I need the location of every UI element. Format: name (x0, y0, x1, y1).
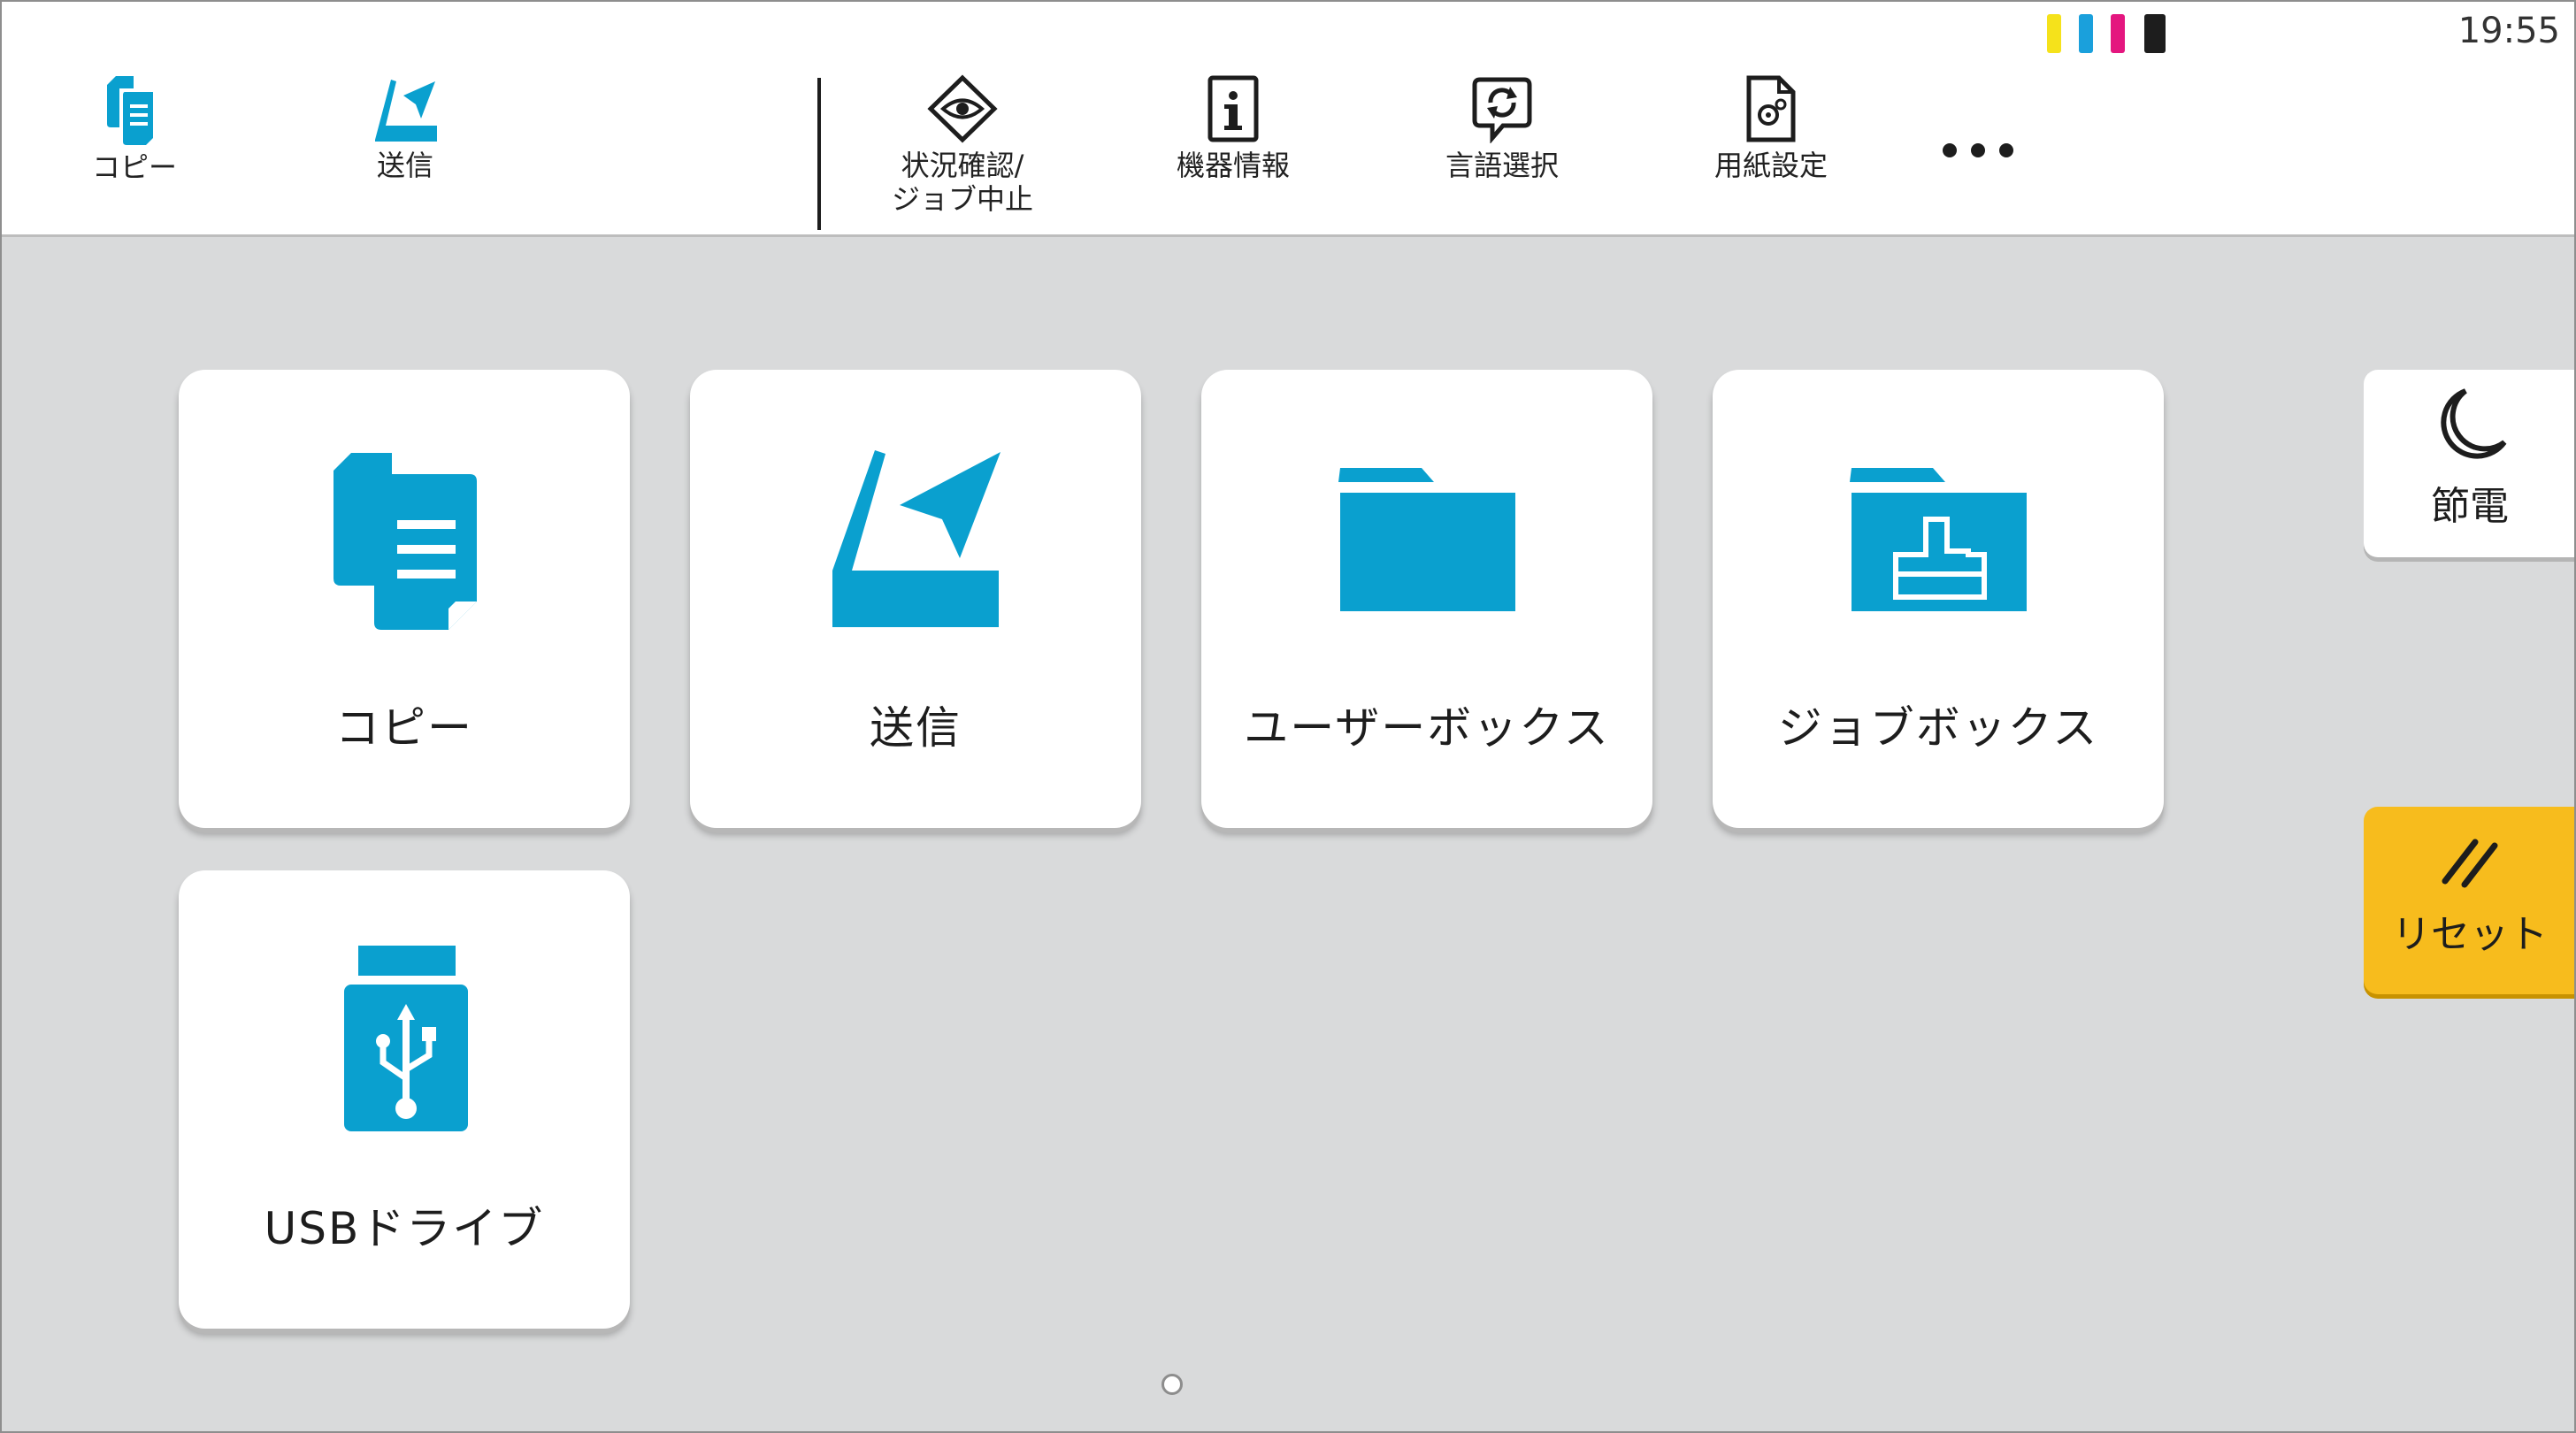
language-select-button[interactable]: 言語選択 (1414, 74, 1591, 182)
send-icon (832, 450, 1000, 627)
paper-gear-icon (1746, 75, 1796, 142)
shortcut-copy-button[interactable]: コピー (46, 74, 223, 184)
shortcut-send-label: 送信 (376, 149, 433, 182)
toner-black-icon (2144, 14, 2166, 53)
device-info-button[interactable]: 機器情報 (1145, 74, 1322, 182)
copy-icon (334, 453, 477, 630)
shortcut-copy-label: コピー (91, 150, 177, 184)
tile-copy-label: コピー (335, 702, 473, 754)
page-indicator (1162, 1374, 1183, 1395)
tile-job-box[interactable]: ジョブボックス (1713, 370, 2164, 828)
more-dot-icon (1943, 143, 1957, 157)
tile-send-label: 送信 (870, 702, 962, 754)
job-folder-icon (1850, 468, 2027, 611)
tile-usb-drive[interactable]: USBドライブ (179, 870, 630, 1329)
reset-slash-icon (2442, 839, 2498, 888)
reset-button[interactable]: リセット (2364, 807, 2576, 994)
language-refresh-icon (1472, 77, 1532, 143)
more-dot-icon (1999, 143, 2013, 157)
paper-settings-label: 用紙設定 (1714, 149, 1828, 182)
more-menu-button[interactable] (1936, 133, 2024, 168)
moon-icon (2441, 388, 2507, 459)
toolbar-divider (817, 78, 821, 230)
copy-icon (107, 76, 153, 145)
language-label: 言語選択 (1445, 149, 1559, 182)
send-icon (375, 80, 437, 142)
paper-settings-button[interactable]: 用紙設定 (1683, 74, 1859, 182)
top-bar: 19:55 コピー 送信 状況確認/ ジョブ中止 機器情報 言語選択 用紙設定 (0, 0, 2576, 237)
toner-magenta-icon (2111, 14, 2125, 53)
tile-user-box[interactable]: ユーザーボックス (1201, 370, 1652, 828)
usb-drive-icon (344, 946, 468, 1131)
eye-diamond-icon (927, 74, 998, 143)
more-dot-icon (1971, 143, 1985, 157)
toner-yellow-icon (2047, 14, 2061, 53)
status-line1-label: 状況確認/ (901, 149, 1024, 182)
status-line2-label: ジョブ中止 (891, 182, 1033, 216)
shortcut-send-button[interactable]: 送信 (317, 74, 494, 182)
energy-saver-label: 節電 (2431, 484, 2509, 529)
tile-copy[interactable]: コピー (179, 370, 630, 828)
folder-icon (1338, 468, 1515, 611)
toner-cyan-icon (2079, 14, 2093, 53)
status-job-cancel-button[interactable]: 状況確認/ ジョブ中止 (874, 74, 1051, 216)
device-info-label: 機器情報 (1176, 149, 1290, 182)
clock: 19:55 (2457, 11, 2560, 51)
tile-job-box-label: ジョブボックス (1777, 702, 2099, 754)
tile-send[interactable]: 送信 (690, 370, 1141, 828)
energy-saver-button[interactable]: 節電 (2364, 370, 2576, 557)
tile-usb-drive-label: USBドライブ (264, 1203, 545, 1254)
info-document-icon (1208, 75, 1259, 142)
reset-label: リセット (2392, 912, 2548, 957)
tile-user-box-label: ユーザーボックス (1244, 702, 1610, 754)
